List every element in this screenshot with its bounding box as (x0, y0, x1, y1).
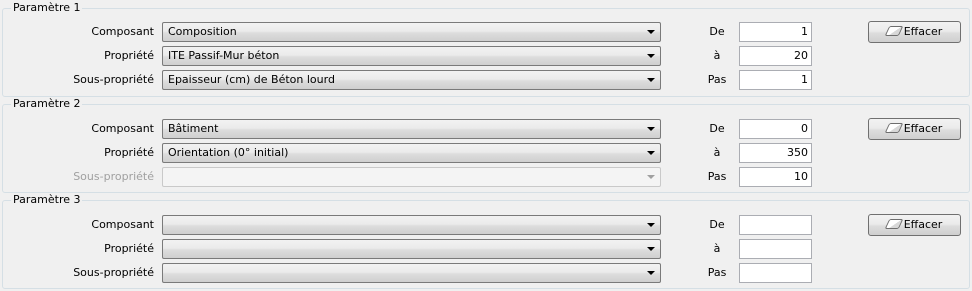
p1-pas-input[interactable]: 1 (739, 70, 812, 90)
chevron-down-icon (647, 30, 655, 34)
p1-propriete-dropdown[interactable]: ITE Passif-Mur béton (162, 46, 661, 66)
p2-composant-label: Composant (91, 122, 154, 135)
p1-sous-propriete-dropdown[interactable]: Epaisseur (cm) de Béton lourd (162, 70, 661, 90)
eraser-icon (884, 219, 904, 229)
p2-propriete-dropdown[interactable]: Orientation (0° initial) (162, 143, 661, 163)
chevron-down-icon (647, 151, 655, 155)
p1-composant-label: Composant (91, 25, 154, 38)
p2-sous-propriete-label: Sous-propriété (73, 170, 154, 183)
p2-effacer-button[interactable]: Effacer (868, 118, 961, 140)
p1-composant-value: Composition (168, 25, 237, 38)
p3-de-input[interactable] (739, 215, 812, 235)
p3-composant-dropdown[interactable] (162, 215, 661, 235)
p1-a-input[interactable]: 20 (739, 46, 812, 66)
p2-de-input[interactable]: 0 (739, 119, 812, 139)
p2-propriete-value: Orientation (0° initial) (168, 146, 289, 159)
chevron-down-icon (647, 175, 655, 179)
p2-propriete-label: Propriété (104, 146, 154, 159)
p1-sous-propriete-value: Epaisseur (cm) de Béton lourd (168, 73, 335, 86)
p2-composant-dropdown[interactable]: Bâtiment (162, 119, 661, 139)
p1-effacer-label: Effacer (903, 25, 943, 38)
p1-sous-propriete-label: Sous-propriété (73, 73, 154, 86)
p3-sous-propriete-label: Sous-propriété (73, 266, 154, 279)
p2-a-input[interactable]: 350 (739, 143, 812, 163)
p3-effacer-button[interactable]: Effacer (868, 214, 961, 236)
p1-a-label: à (713, 49, 721, 62)
p2-effacer-label: Effacer (903, 122, 943, 135)
parameter-1-title: Paramètre 1 (11, 1, 83, 15)
p2-de-label: De (709, 122, 725, 135)
p3-pas-label: Pas (707, 266, 727, 279)
chevron-down-icon (647, 54, 655, 58)
chevron-down-icon (647, 223, 655, 227)
p2-composant-value: Bâtiment (168, 122, 219, 135)
eraser-icon (884, 26, 904, 36)
eraser-icon (884, 123, 904, 133)
p3-effacer-label: Effacer (903, 218, 943, 231)
p1-pas-label: Pas (707, 73, 727, 86)
p2-pas-label: Pas (707, 170, 727, 183)
p3-a-input[interactable] (739, 239, 812, 259)
p3-pas-input[interactable] (739, 263, 812, 283)
p1-composant-dropdown[interactable]: Composition (162, 22, 661, 42)
chevron-down-icon (647, 247, 655, 251)
chevron-down-icon (647, 78, 655, 82)
p3-de-label: De (709, 218, 725, 231)
p1-de-label: De (709, 25, 725, 38)
chevron-down-icon (647, 271, 655, 275)
parameter-2-title: Paramètre 2 (11, 97, 83, 111)
p1-propriete-label: Propriété (104, 49, 154, 62)
p2-pas-input[interactable]: 10 (739, 167, 812, 187)
p1-de-input[interactable]: 1 (739, 22, 812, 42)
p3-propriete-label: Propriété (104, 242, 154, 255)
parameter-3-title: Paramètre 3 (11, 193, 83, 207)
p2-a-label: à (713, 146, 721, 159)
p2-sous-propriete-dropdown (162, 167, 661, 187)
p3-composant-label: Composant (91, 218, 154, 231)
p3-propriete-dropdown[interactable] (162, 239, 661, 259)
p1-propriete-value: ITE Passif-Mur béton (168, 49, 280, 62)
p1-effacer-button[interactable]: Effacer (868, 21, 961, 43)
chevron-down-icon (647, 127, 655, 131)
p3-a-label: à (713, 242, 721, 255)
p3-sous-propriete-dropdown[interactable] (162, 263, 661, 283)
